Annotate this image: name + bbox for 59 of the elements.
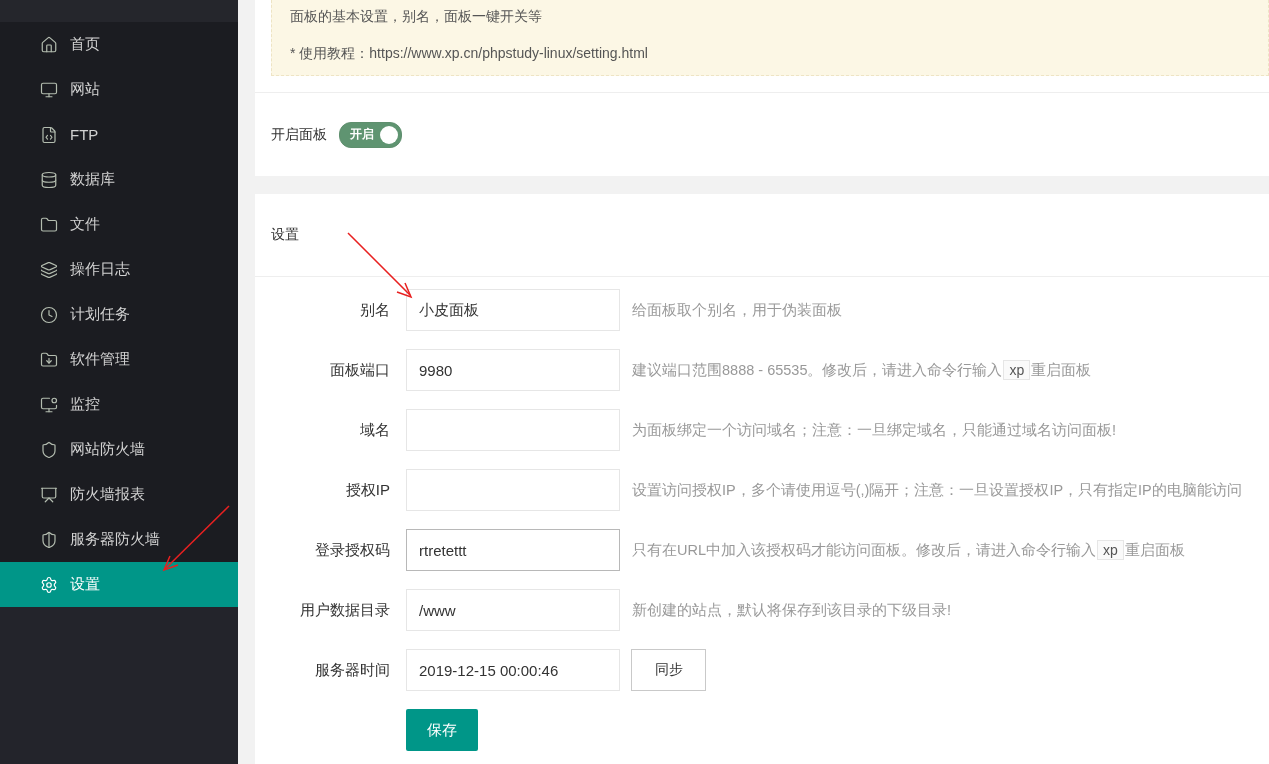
- hint-text: 新创建的站点，默认将保存到该目录的下级目录!: [632, 600, 952, 620]
- sidebar-item[interactable]: 监控: [0, 382, 238, 427]
- monitor-report-icon: [40, 485, 58, 504]
- notice-text: * 使用教程：https://www.xp.cn/phpstudy-linux/setting.html: [290, 45, 649, 63]
- sidebar-item[interactable]: 计划任务: [0, 292, 238, 337]
- sidebar-item[interactable]: 软件管理: [0, 337, 238, 382]
- monitor-chart-icon: [40, 395, 58, 414]
- input-field[interactable]: 9980: [406, 349, 620, 391]
- command-code: xp: [1003, 360, 1031, 380]
- sidebar-item[interactable]: 操作日志: [0, 247, 238, 292]
- monitor-icon: [40, 80, 58, 99]
- input-field[interactable]: [406, 409, 620, 451]
- switch-label: 开启面板: [271, 125, 327, 144]
- sidebar-item[interactable]: 网站: [0, 67, 238, 112]
- hint-text: 只有在URL中加入该授权码才能访问面板。修改后，请进入命令行输入: [632, 540, 1096, 560]
- field-label: 别名: [359, 300, 391, 320]
- sidebar-item[interactable]: 首页: [0, 22, 238, 67]
- arrow-annotation: [347, 232, 413, 299]
- input-field[interactable]: /www: [406, 589, 620, 631]
- sidebar-item[interactable]: 设置: [0, 562, 238, 607]
- sidebar-item[interactable]: FTP: [0, 112, 238, 157]
- file-icon: [40, 125, 58, 144]
- shield-icon: [40, 440, 58, 459]
- folder-download-icon: [40, 350, 58, 369]
- panel-toggle[interactable]: 开启: [339, 121, 402, 148]
- field-label: 服务器时间: [314, 660, 391, 680]
- sync-button[interactable]: 同步: [631, 649, 706, 691]
- clock-icon: [40, 305, 58, 324]
- input-field[interactable]: [406, 469, 620, 511]
- hint-text: 重启面板: [1124, 540, 1185, 560]
- notice-text: 面板的基本设置，别名，面板一键开关等: [290, 8, 543, 26]
- database-icon: [40, 170, 58, 189]
- sidebar-item[interactable]: 服务器防火墙: [0, 517, 238, 562]
- sidebar-item[interactable]: 网站防火墙: [0, 427, 238, 472]
- sidebar-item[interactable]: 防火墙报表: [0, 472, 238, 517]
- arrow-annotation: [162, 505, 230, 572]
- input-field[interactable]: 2019-12-15 00:00:46: [406, 649, 620, 691]
- field-label: 用户数据目录: [299, 600, 391, 620]
- input-field[interactable]: rtretettt: [406, 529, 620, 571]
- sidebar-item[interactable]: 数据库: [0, 157, 238, 202]
- hint-text: 为面板绑定一个访问域名；注意：一旦绑定域名，只能通过域名访问面板!: [632, 420, 1117, 440]
- folder-icon: [40, 215, 58, 234]
- field-label: 面板端口: [329, 360, 391, 380]
- input-field[interactable]: 小皮面板: [406, 289, 620, 331]
- house-icon: [40, 35, 58, 54]
- settings-icon: [40, 575, 58, 594]
- hint-text: 设置访问授权IP，多个请使用逗号(,)隔开；注意：一旦设置授权IP，只有指定IP的电脑能访问: [632, 480, 1242, 500]
- command-code: xp: [1097, 540, 1124, 560]
- save-button[interactable]: 保存: [406, 709, 478, 751]
- field-label: 登录授权码: [314, 540, 391, 560]
- hint-text: 重启面板: [1031, 360, 1092, 380]
- sidebar-item[interactable]: 文件: [0, 202, 238, 247]
- field-label: 授权IP: [344, 480, 391, 500]
- shield-icon: [40, 530, 58, 549]
- hint-text: 给面板取个别名，用于伪装面板: [632, 300, 842, 320]
- hint-text: 建议端口范围8888 - 65535。修改后，请进入命令行输入: [632, 360, 1003, 380]
- field-label: 域名: [359, 420, 391, 440]
- section-title: 设置: [271, 226, 299, 244]
- layers-icon: [40, 260, 58, 279]
